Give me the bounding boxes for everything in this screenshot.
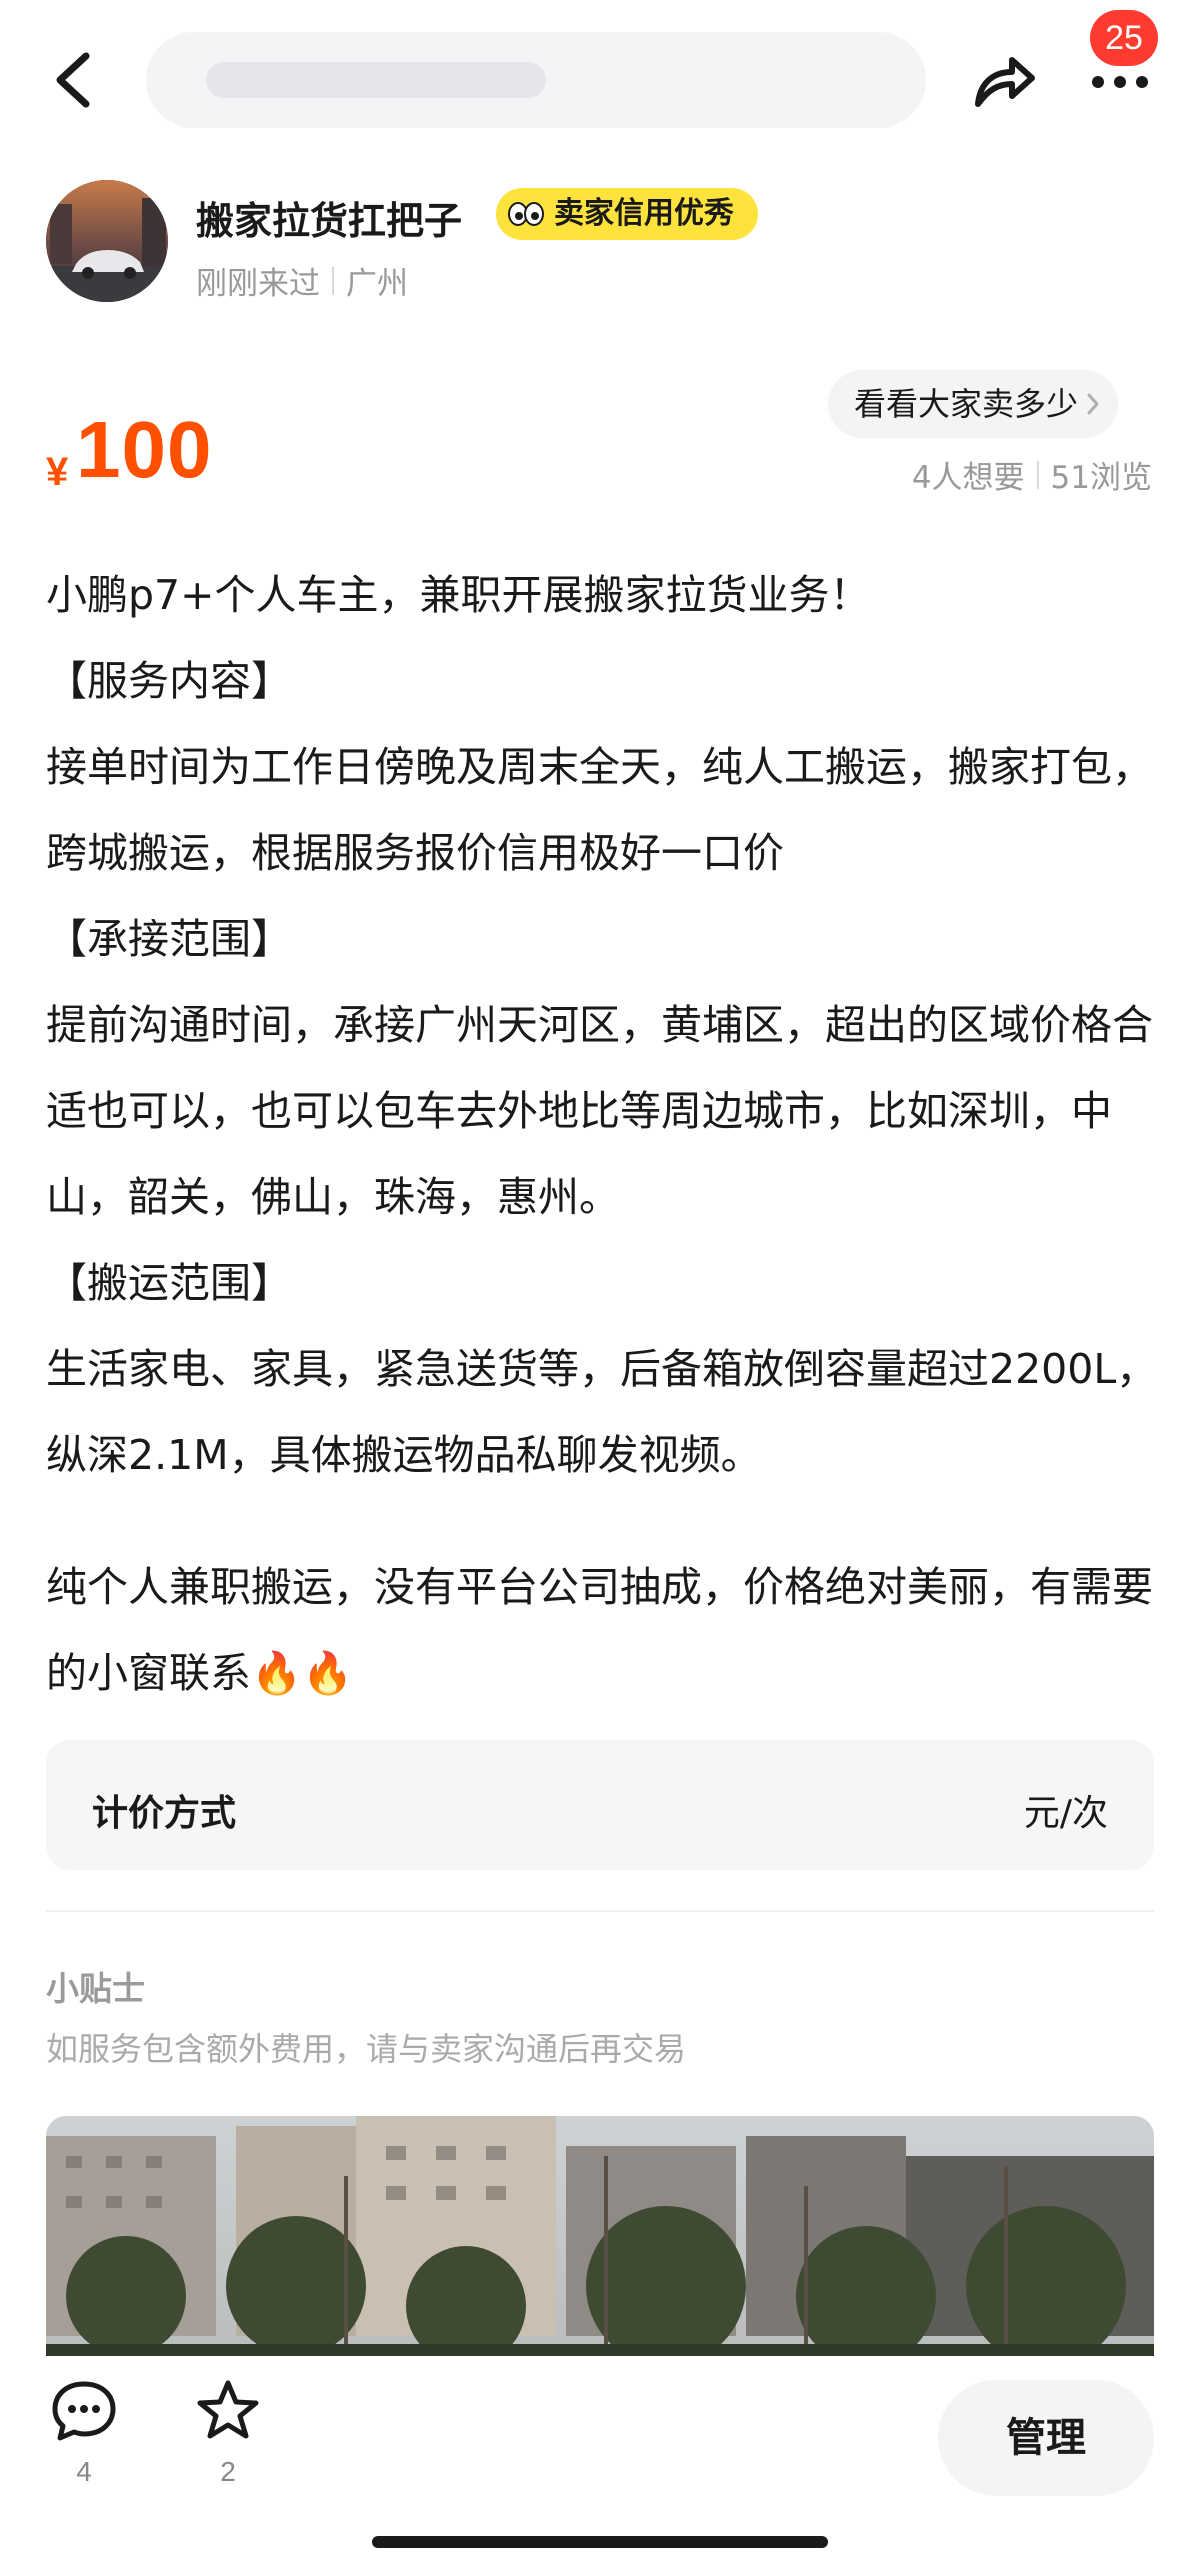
price-compare-label: 看看大家卖多少 — [854, 385, 1079, 423]
description-intro: 小鹏p7+个人车主，兼职开展搬家拉货业务！ — [46, 571, 871, 619]
eyes-icon — [508, 202, 544, 226]
credit-badge-label: 卖家信用优秀 — [554, 196, 734, 231]
credit-badge[interactable]: 卖家信用优秀 — [496, 188, 758, 240]
views-count: 51浏览 — [1050, 460, 1152, 496]
manage-button[interactable]: 管理 — [938, 2380, 1154, 2496]
currency-symbol: ¥ — [46, 450, 69, 494]
favorites-count: 2 — [220, 2456, 236, 2487]
section-body-range: 提前沟通时间，承接广州天河区，黄埔区，超出的区域价格合适也可以，也可以包车去外地… — [46, 1001, 1153, 1221]
comments-button[interactable]: 4 — [44, 2378, 124, 2518]
price-amount: 100 — [76, 405, 213, 494]
stats-divider — [1036, 460, 1039, 489]
share-arrow-icon — [975, 57, 1035, 107]
price-compare-button[interactable]: 看看大家卖多少 — [828, 370, 1119, 438]
seller-location: 广州 — [346, 266, 408, 302]
search-placeholder-blur — [206, 62, 546, 98]
description-closing: 纯个人兼职搬运，没有平台公司抽成，价格绝对美丽，有需要的小窗联系🔥🔥 — [46, 1563, 1153, 1697]
section-body-service: 接单时间为工作日傍晚及周末全天，纯人工搬运，搬家打包，跨城搬运，根据服务报价信用… — [46, 743, 1153, 877]
seller-info[interactable]: 搬家拉货扛把子 卖家信用优秀 刚刚来过 广州 — [46, 180, 1156, 310]
comments-count: 4 — [76, 2456, 92, 2487]
pricing-method-label: 计价方式 — [92, 1793, 237, 1834]
meta-divider — [332, 266, 334, 295]
home-indicator — [372, 2536, 828, 2548]
pricing-method-row: 计价方式 元/次 — [46, 1740, 1154, 1870]
photo-image — [46, 2116, 1154, 2366]
section-divider — [46, 1910, 1154, 1912]
avatar[interactable] — [46, 180, 168, 302]
last-seen: 刚刚来过 — [196, 266, 320, 302]
back-button[interactable] — [44, 48, 104, 112]
search-bar[interactable] — [146, 32, 926, 128]
top-bar: 25 — [0, 0, 1200, 160]
more-dots-icon — [1092, 76, 1148, 88]
section-title-service: 【服务内容】 — [46, 657, 292, 705]
avatar-image — [46, 180, 168, 302]
notification-badge: 25 — [1090, 10, 1158, 66]
section-body-cargo: 生活家电、家具，紧急送货等，后备箱放倒容量超过2200L，纵深2.1M，具体搬运… — [46, 1345, 1158, 1479]
chevron-left-icon — [56, 52, 90, 108]
listing-photo[interactable] — [46, 2116, 1154, 2366]
listing-description: 小鹏p7+个人车主，兼职开展搬家拉货业务！ 【服务内容】 接单时间为工作日傍晚及… — [46, 552, 1158, 1716]
section-title-range: 【承接范围】 — [46, 915, 292, 963]
favorite-button[interactable]: 2 — [188, 2378, 268, 2518]
share-button[interactable] — [968, 44, 1040, 116]
chevron-right-icon — [1087, 393, 1099, 415]
bottom-action-bar: 4 2 管理 — [0, 2356, 1200, 2554]
listing-stats: 4人想要 51浏览 — [912, 452, 1152, 497]
star-icon — [197, 2380, 259, 2439]
pricing-method-value: 元/次 — [1023, 1793, 1108, 1834]
seller-meta: 刚刚来过 广州 — [196, 258, 408, 303]
seller-name[interactable]: 搬家拉货扛把子 — [196, 190, 462, 245]
comment-bubble-icon — [52, 2381, 116, 2441]
tips-text: 如服务包含额外费用，请与卖家沟通后再交易 — [46, 2030, 687, 2068]
wants-count: 4人想要 — [911, 460, 1025, 496]
section-title-cargo: 【搬运范围】 — [46, 1259, 292, 1307]
tips-title: 小贴士 — [46, 1969, 145, 2008]
